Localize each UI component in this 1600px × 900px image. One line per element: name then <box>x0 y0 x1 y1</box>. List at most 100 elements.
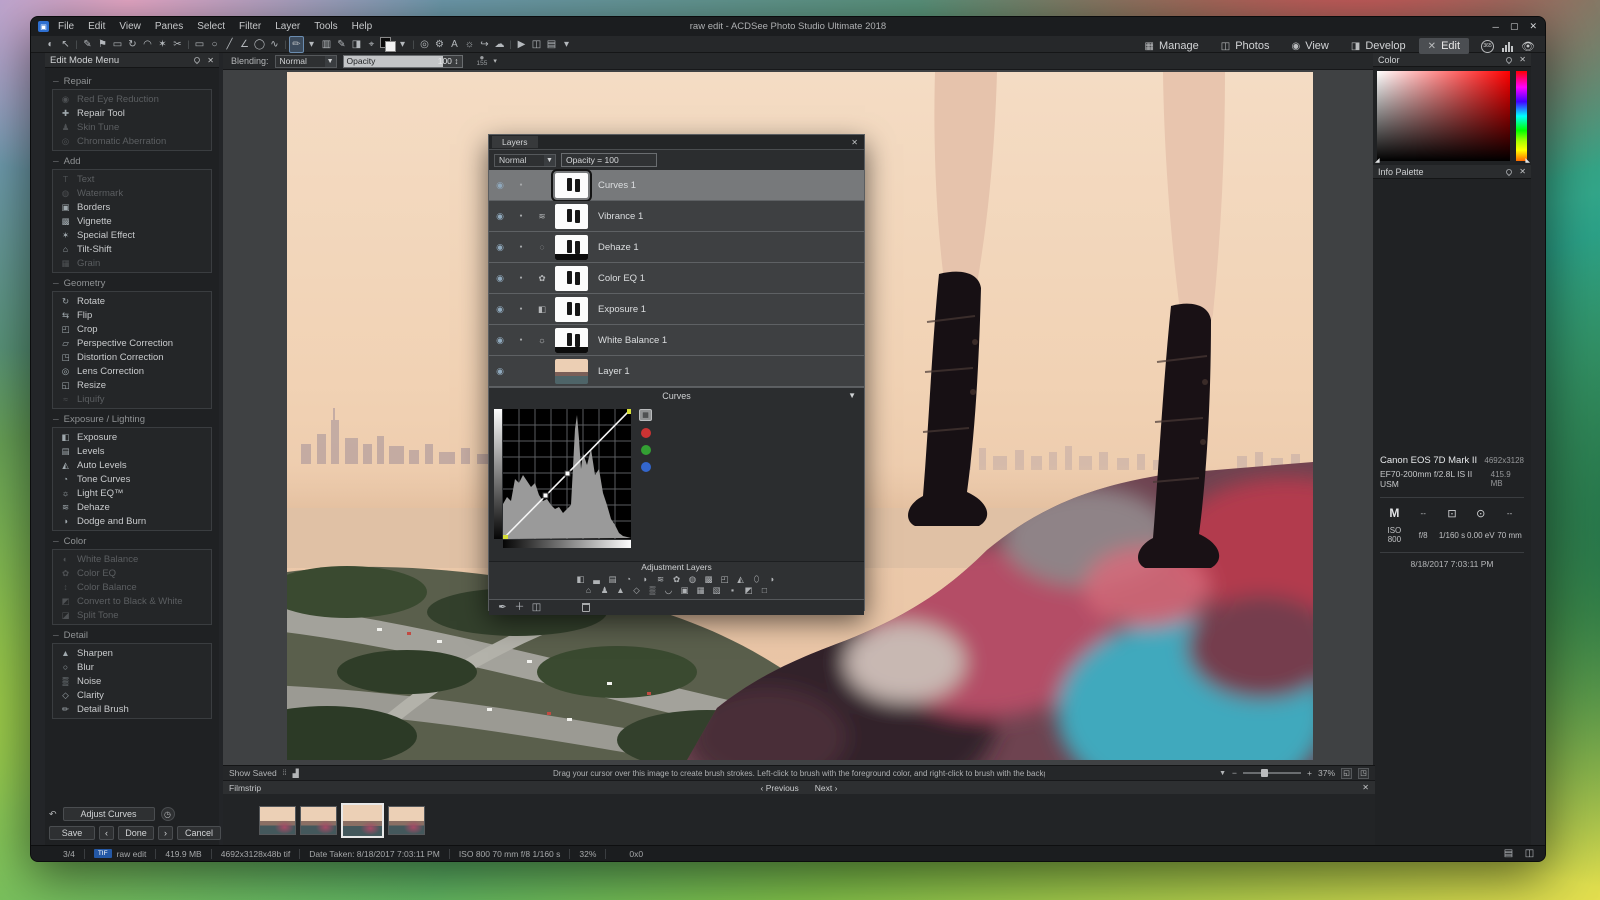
maximize-button[interactable]: ▢ <box>1510 21 1519 32</box>
collapse-icon[interactable]: ─ <box>53 415 59 424</box>
filmstrip-thumbnail[interactable] <box>259 806 296 835</box>
layer-row-exposure[interactable]: ◉ ● ◧ Exposure 1 <box>489 294 864 325</box>
toolbar-separator[interactable]: | <box>73 37 80 52</box>
hue-strip[interactable] <box>1516 71 1527 161</box>
quick-view-eye-icon[interactable]: 👁 <box>1521 40 1535 53</box>
history-icon[interactable]: ◷ <box>161 807 175 821</box>
ellipse-select-icon[interactable]: ○ <box>207 37 222 52</box>
menu-panes[interactable]: Panes <box>155 21 183 32</box>
add-layer-icon[interactable]: ＋ <box>512 600 527 615</box>
layer-mask-thumbnail[interactable] <box>555 204 588 229</box>
layer-visibility-icon[interactable]: ◉ <box>489 304 511 315</box>
fit-image-button[interactable]: ◱ <box>1341 768 1352 779</box>
tool-blur[interactable]: ○Blur <box>53 660 211 674</box>
layer-opacity-field[interactable]: Opacity = 100 <box>561 153 657 167</box>
adj-bw-icon[interactable]: ▩ <box>702 574 716 585</box>
tool-light-eq[interactable]: ☼Light EQ™ <box>53 486 211 500</box>
tool-red-eye-reduction[interactable]: ◉Red Eye Reduction <box>53 92 211 106</box>
zoom-in-icon[interactable]: + <box>1307 768 1312 778</box>
section-header-detail[interactable]: ─Detail <box>53 630 211 641</box>
layers-close-icon[interactable]: ✕ <box>851 138 858 147</box>
tool-sharpen[interactable]: ▲Sharpen <box>53 646 211 660</box>
toolbar-separator[interactable]: | <box>507 37 514 52</box>
flag-icon[interactable]: ⚑ <box>95 37 110 52</box>
rotate-icon[interactable]: ↻ <box>125 37 140 52</box>
adj-split-tone-icon[interactable]: ◰ <box>718 574 732 585</box>
tool-clarity[interactable]: ◇Clarity <box>53 688 211 702</box>
adj-auto-levels-icon[interactable]: ▤ <box>606 574 620 585</box>
export-options-icon[interactable]: ▾ <box>559 37 574 52</box>
tool-noise[interactable]: ▒Noise <box>53 674 211 688</box>
filmstrip-thumbnail[interactable] <box>388 806 425 835</box>
tool-chromatic-aberration[interactable]: ◎Chromatic Aberration <box>53 134 211 148</box>
layer-visibility-icon[interactable]: ◉ <box>489 366 511 377</box>
adjust-curves-button[interactable]: Adjust Curves <box>63 807 155 821</box>
adj-color-eq-icon[interactable]: ✿ <box>670 574 684 585</box>
layer-brush-icon[interactable]: ● <box>511 213 531 219</box>
adj-vibrance-icon[interactable]: ≋ <box>654 574 668 585</box>
tool-flip[interactable]: ⇆Flip <box>53 308 211 322</box>
adj-histogram-icon[interactable]: □ <box>758 585 772 596</box>
edit-mode-button[interactable]: ✕ Edit <box>1419 38 1469 54</box>
layer-mask-thumbnail[interactable] <box>555 297 588 322</box>
menu-help[interactable]: Help <box>352 21 373 32</box>
tool-special-effect[interactable]: ✶Special Effect <box>53 228 211 242</box>
tool-text[interactable]: TText <box>53 172 211 186</box>
tool-grain[interactable]: ▦Grain <box>53 256 211 270</box>
marquee-icon[interactable]: ▭ <box>110 37 125 52</box>
tool-borders[interactable]: ▣Borders <box>53 200 211 214</box>
zoom-slider[interactable] <box>1243 772 1301 774</box>
chevron-down-icon[interactable]: ▼ <box>1219 770 1226 777</box>
delete-layer-icon[interactable] <box>582 603 590 612</box>
adj-dehaze-icon[interactable]: ◭ <box>734 574 748 585</box>
layer-name[interactable]: White Balance 1 <box>598 335 667 346</box>
close-panel-icon[interactable]: ✕ <box>207 56 214 65</box>
channel-blue-button[interactable] <box>641 462 651 472</box>
layer-brush-icon[interactable]: ● <box>511 337 531 343</box>
menu-layer[interactable]: Layer <box>275 21 300 32</box>
brush-options-icon[interactable]: ▾ <box>304 37 319 52</box>
zoom-out-icon[interactable]: − <box>1232 768 1237 778</box>
adj-sharpen-icon[interactable]: ▲ <box>614 585 628 596</box>
previous-button[interactable]: ‹ Previous <box>761 783 799 793</box>
tool-white-balance[interactable]: ◐White Balance <box>53 552 211 566</box>
histogram-toggle-icon[interactable]: ▟ <box>293 769 299 778</box>
line-tool-icon[interactable]: ╱ <box>222 37 237 52</box>
zoom-slider-handle[interactable] <box>1261 769 1268 777</box>
layer-name[interactable]: Dehaze 1 <box>598 242 639 253</box>
collapse-icon[interactable]: ─ <box>53 77 59 86</box>
menu-filter[interactable]: Filter <box>239 21 261 32</box>
tool-detail-brush[interactable]: ✏Detail Brush <box>53 702 211 716</box>
adj-noise-icon[interactable]: ▒ <box>646 585 660 596</box>
layer-visibility-icon[interactable]: ◉ <box>489 335 511 346</box>
channel-red-button[interactable] <box>641 428 651 438</box>
tool-color-balance[interactable]: ↕Color Balance <box>53 580 211 594</box>
close-panel-icon[interactable]: ✕ <box>1519 167 1526 176</box>
adj-effect-icon[interactable]: ▪ <box>726 585 740 596</box>
layer-mask-thumbnail[interactable] <box>555 266 588 291</box>
collapse-icon[interactable]: ─ <box>53 157 59 166</box>
menu-select[interactable]: Select <box>197 21 225 32</box>
collapse-icon[interactable]: ─ <box>53 537 59 546</box>
toolbar-separator[interactable]: | <box>410 37 417 52</box>
next-image-button[interactable]: › <box>158 826 173 840</box>
tool-liquify[interactable]: ≈Liquify <box>53 392 211 406</box>
light-icon[interactable]: ☼ <box>462 37 477 52</box>
tool-rotate[interactable]: ↻Rotate <box>53 294 211 308</box>
adj-blur-icon[interactable]: ◡ <box>662 585 676 596</box>
zoom-icon[interactable]: ◎ <box>417 37 432 52</box>
tool-exposure[interactable]: ◧Exposure <box>53 430 211 444</box>
scissors-icon[interactable]: ✂ <box>170 37 185 52</box>
tool-convert-black-white[interactable]: ◩Convert to Black & White <box>53 594 211 608</box>
layer-blend-select[interactable]: Normal ▼ <box>494 154 556 167</box>
layer-name[interactable]: Exposure 1 <box>598 304 646 315</box>
layer-name[interactable]: Color EQ 1 <box>598 273 645 284</box>
close-button[interactable]: ✕ <box>1529 21 1537 32</box>
adj-mask-icon[interactable]: ◩ <box>742 585 756 596</box>
adj-exposure-icon[interactable]: ◧ <box>574 574 588 585</box>
fg-bg-swatches[interactable] <box>379 37 395 51</box>
tool-skin-tune[interactable]: ♟Skin Tune <box>53 120 211 134</box>
section-header-exposure[interactable]: ─Exposure / Lighting <box>53 414 211 425</box>
layer-visibility-icon[interactable]: ◉ <box>489 180 511 191</box>
layer-mask-thumbnail[interactable] <box>555 328 588 353</box>
